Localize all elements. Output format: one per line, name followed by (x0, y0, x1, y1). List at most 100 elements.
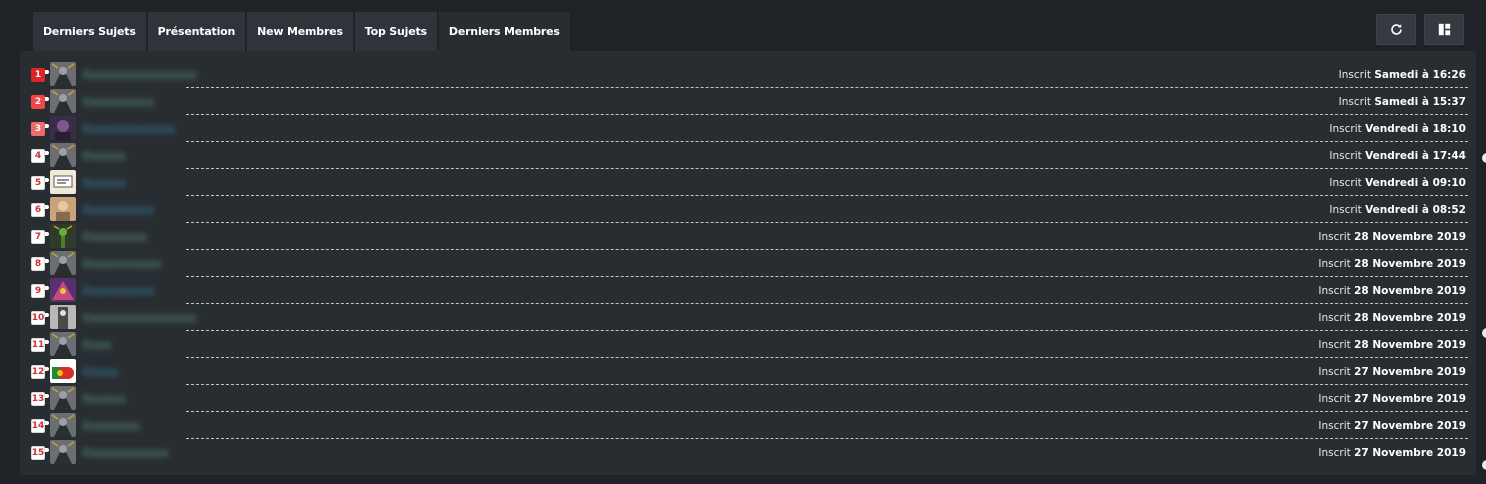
avatar[interactable] (50, 305, 76, 329)
avatar-image (50, 116, 76, 140)
avatar[interactable] (50, 251, 76, 275)
member-name-link[interactable]: Xxxxxxxxx (82, 230, 147, 244)
rank-badge-tail (45, 448, 49, 452)
rank-badge-tail (45, 367, 49, 371)
join-date: Inscrit 28 Novembre 2019 (1318, 231, 1466, 243)
rank-badge: 2 (31, 95, 45, 109)
avatar-image (50, 62, 76, 86)
avatar[interactable] (50, 62, 76, 86)
member-row: 3 Xxxxxxxxxxxxx Inscrit Vendredi à 18:10 (20, 115, 1476, 142)
member-name-link[interactable]: Xxxxxxxxxx (82, 203, 154, 217)
member-row: 11 Xxxx Inscrit 28 Novembre 2019 (20, 331, 1476, 358)
rank-badge-tail (45, 205, 49, 209)
avatar-image (50, 251, 76, 275)
member-name-link[interactable]: Xxxxxxxxxxxxx (82, 122, 175, 136)
member-row: 8 Xxxxxxxxxxx Inscrit 28 Novembre 2019 (20, 250, 1476, 277)
tab-derniers-sujets[interactable]: Derniers Sujets (33, 12, 146, 51)
avatar-image (50, 197, 76, 221)
toolbar (1376, 14, 1464, 45)
rank-badge-tail (45, 232, 49, 236)
avatar[interactable] (50, 116, 76, 140)
rank-badge: 4 (31, 149, 45, 163)
avatar[interactable] (50, 359, 76, 383)
rank-badge-tail (45, 70, 49, 74)
join-date: Inscrit Samedi à 16:26 (1339, 69, 1466, 81)
rank-badge-tail (45, 97, 49, 101)
avatar[interactable] (50, 413, 76, 437)
join-date-value: 28 Novembre 2019 (1354, 258, 1466, 270)
member-name-link[interactable]: Xxxxxxxx (82, 419, 140, 433)
avatar-image (50, 386, 76, 410)
join-date-value: 28 Novembre 2019 (1354, 312, 1466, 324)
avatar[interactable] (50, 332, 76, 356)
join-prefix: Inscrit (1318, 420, 1351, 432)
rank-badge-tail (45, 313, 49, 317)
members-panel: 1 Xxxxxxxxxxxxxxxx Inscrit Samedi à 16:26 2… (20, 51, 1476, 475)
avatar[interactable] (50, 170, 76, 194)
tab-bar: Derniers Sujets Présentation New Membres… (33, 12, 570, 51)
member-name-link[interactable]: Xxxxxxxxxx (82, 95, 154, 109)
avatar-image (50, 440, 76, 464)
tab-derniers-membres[interactable]: Derniers Membres (438, 12, 570, 51)
member-name-link[interactable]: Xxxxxx (82, 176, 126, 190)
member-name-link[interactable]: Xxxxxxxxxxx (82, 257, 161, 271)
tab-new-membres[interactable]: New Membres (247, 12, 353, 51)
rank-badge: 12 (31, 365, 45, 379)
member-list: 1 Xxxxxxxxxxxxxxxx Inscrit Samedi à 16:26 2… (20, 61, 1476, 466)
avatar-image (50, 143, 76, 167)
join-date: Inscrit Vendredi à 18:10 (1329, 123, 1466, 135)
rank-badge: 15 (31, 446, 45, 460)
avatar[interactable] (50, 224, 76, 248)
member-row: 4 Xxxxxx Inscrit Vendredi à 17:44 (20, 142, 1476, 169)
rank-badge: 1 (31, 68, 45, 82)
join-date-value: 28 Novembre 2019 (1354, 231, 1466, 243)
rank-badge-tail (45, 394, 49, 398)
layout-icon (1438, 23, 1450, 36)
rank-badge: 9 (31, 284, 45, 298)
avatar[interactable] (50, 440, 76, 464)
refresh-button[interactable] (1376, 14, 1416, 45)
rank-badge-tail (45, 178, 49, 182)
member-name-link[interactable]: Xxxxxxxxxx (82, 284, 154, 298)
member-name-link[interactable]: Xxxxxx (82, 392, 126, 406)
member-name-link[interactable]: Xxxxxxxxxxxxxxxx (82, 311, 197, 325)
member-row: 7 Xxxxxxxxx Inscrit 28 Novembre 2019 (20, 223, 1476, 250)
tab-top-sujets[interactable]: Top Sujets (354, 12, 437, 51)
join-date: Inscrit 28 Novembre 2019 (1318, 258, 1466, 270)
rank-badge-tail (45, 286, 49, 290)
member-row: 9 Xxxxxxxxxx Inscrit 28 Novembre 2019 (20, 277, 1476, 304)
join-date: Inscrit Vendredi à 17:44 (1329, 150, 1466, 162)
join-date-value: Samedi à 16:26 (1374, 69, 1466, 81)
avatar[interactable] (50, 278, 76, 302)
member-row: 13 Xxxxxx Inscrit 27 Novembre 2019 (20, 385, 1476, 412)
avatar[interactable] (50, 143, 76, 167)
scroll-dot (1482, 153, 1486, 163)
join-date: Inscrit 27 Novembre 2019 (1318, 366, 1466, 378)
layout-button[interactable] (1424, 14, 1464, 45)
join-prefix: Inscrit (1318, 339, 1351, 351)
join-date: Inscrit 27 Novembre 2019 (1318, 393, 1466, 405)
avatar[interactable] (50, 386, 76, 410)
avatar[interactable] (50, 197, 76, 221)
member-row: 5 Xxxxxx Inscrit Vendredi à 09:10 (20, 169, 1476, 196)
join-prefix: Inscrit (1338, 69, 1371, 81)
member-name-link[interactable]: Xxxxx (82, 365, 119, 379)
join-date: Inscrit 27 Novembre 2019 (1318, 447, 1466, 459)
member-row: 10 Xxxxxxxxxxxxxxxx Inscrit 28 Novembre 20… (20, 304, 1476, 331)
join-date-value: 27 Novembre 2019 (1354, 447, 1466, 459)
avatar[interactable] (50, 89, 76, 113)
member-row: 2 Xxxxxxxxxx Inscrit Samedi à 15:37 (20, 88, 1476, 115)
tab-presentation[interactable]: Présentation (147, 12, 246, 51)
join-date: Inscrit 28 Novembre 2019 (1318, 285, 1466, 297)
member-name-link[interactable]: Xxxxxx (82, 149, 126, 163)
join-prefix: Inscrit (1318, 285, 1351, 297)
member-name-link[interactable]: Xxxx (82, 338, 112, 352)
member-name-link[interactable]: Xxxxxxxxxxxx (82, 446, 168, 460)
member-name-link[interactable]: Xxxxxxxxxxxxxxxx (82, 68, 197, 82)
rank-badge-tail (45, 421, 49, 425)
rank-badge: 11 (31, 338, 45, 352)
rank-badge-tail (45, 151, 49, 155)
avatar-image (50, 359, 76, 383)
scroll-dot (1482, 460, 1486, 470)
join-date: Inscrit 28 Novembre 2019 (1318, 312, 1466, 324)
